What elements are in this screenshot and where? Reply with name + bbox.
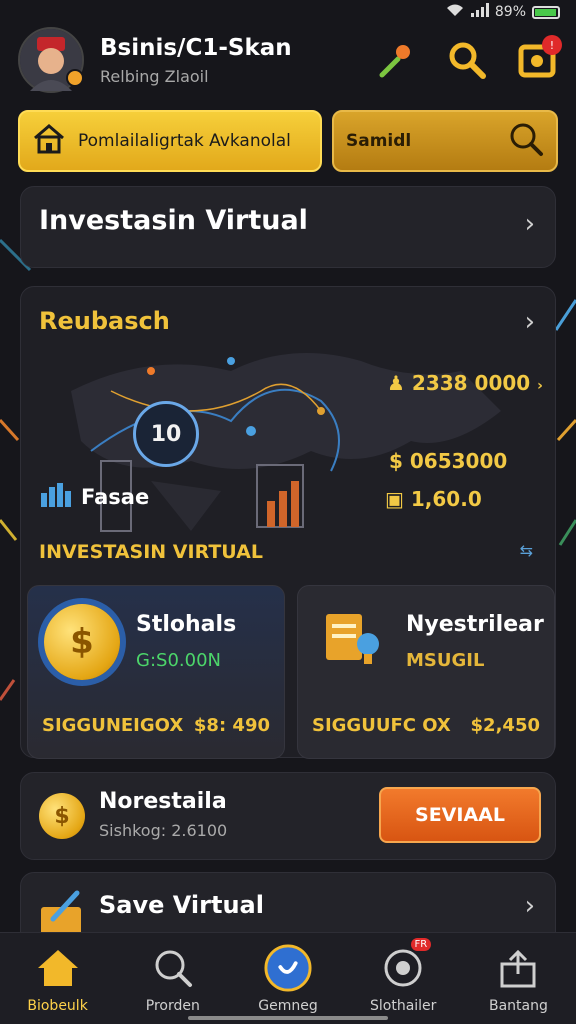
- sub-card-footer-value: $8: 490: [193, 715, 270, 736]
- sub-card-footer-label: SIGGUNEIGOX: [42, 715, 184, 736]
- search-icon[interactable]: [508, 121, 544, 162]
- nav-label: Prorden: [145, 997, 200, 1014]
- search-text: Samidl: [346, 131, 412, 151]
- chart-label-text: Fasae: [81, 484, 150, 509]
- chevron-right-icon: ›: [537, 378, 543, 394]
- person-icon: ♟: [387, 371, 405, 395]
- nav-badge: FR: [410, 937, 432, 951]
- nav-label: Bantang: [488, 997, 548, 1014]
- search-input[interactable]: Samidl: [332, 110, 558, 172]
- house-icon: [32, 123, 66, 160]
- chevron-right-icon: ›: [524, 891, 535, 921]
- sub-card-value: G:S0.00N: [136, 650, 221, 671]
- stat-primary-value: 2338 0000: [411, 371, 531, 395]
- share-icon: [494, 944, 542, 992]
- nav-item-target[interactable]: FR Slothailer: [346, 933, 461, 1024]
- wifi-icon: [445, 3, 465, 21]
- world-map-graphic: [71, 353, 501, 532]
- sub-card-footer-value: $2,450: [470, 715, 540, 736]
- stat-tertiary-value: 1,60.0: [410, 487, 482, 511]
- map-counter-badge: 10: [133, 401, 199, 467]
- sub-card-footer: SIGGUNEIGOX $8: 490: [42, 715, 270, 736]
- nav-item-share[interactable]: Bantang: [461, 933, 576, 1024]
- sub-card-footer: SIGGUUFC OX $2,450: [312, 715, 540, 736]
- user-name: Bsinis/C1-Skan: [100, 34, 292, 61]
- home-shortcut-label: Pomlailaligrtak Avkanolal: [78, 131, 291, 151]
- nav-label: Biobeulk: [27, 997, 88, 1014]
- savings-row-card: $ Norestaila Sishkog: 2.6100 SEVIAAL: [20, 772, 556, 860]
- chevron-right-icon: ›: [524, 209, 535, 239]
- coin-icon: $: [44, 604, 120, 680]
- battery-icon: [532, 5, 560, 19]
- status-bar: 89%: [0, 0, 576, 24]
- invest-virtual-card[interactable]: Investasin Virtual ›: [20, 186, 556, 268]
- report-card: Reubasch › 10 ♟ 2338 0000 › $ 0653000 ▣ …: [20, 286, 556, 759]
- header: Bsinis/C1-Skan Relbing Zlaoil !: [18, 22, 562, 98]
- nav-item-game[interactable]: Gemneg: [230, 933, 345, 1024]
- document-bulb-icon: [320, 606, 386, 676]
- nav-item-search[interactable]: Prorden: [115, 933, 230, 1024]
- nav-item-home[interactable]: Biobeulk: [0, 933, 115, 1024]
- stat-secondary: $ 0653000: [389, 449, 508, 473]
- sub-card-title: Nyestrilear: [406, 612, 544, 637]
- bottom-navigation: Biobeulk Prorden Gemneg FR Slothailer Ba…: [0, 932, 576, 1024]
- search-icon[interactable]: [446, 39, 488, 81]
- home-indicator: [188, 1016, 388, 1020]
- search-icon: [149, 944, 197, 992]
- user-subtitle: Relbing Zlaoil: [100, 66, 209, 86]
- battery-percent: 89%: [494, 4, 526, 20]
- wallet-icon: ▣: [385, 487, 404, 511]
- home-icon: [34, 944, 82, 992]
- savings-row-name: Norestaila: [99, 789, 227, 814]
- home-shortcut-button[interactable]: Pomlailaligrtak Avkanolal: [18, 110, 322, 172]
- invest-virtual-title: Investasin Virtual: [39, 205, 308, 236]
- user-info: Bsinis/C1-Skan Relbing Zlaoil: [100, 35, 376, 86]
- target-icon: FR: [379, 937, 432, 992]
- header-actions: !: [376, 35, 562, 81]
- nav-label: Gemneg: [258, 997, 318, 1014]
- game-icon: [264, 943, 312, 992]
- signal-icon: [470, 3, 489, 21]
- save-virtual-title: Save Virtual: [99, 891, 264, 919]
- chart-label: Fasae: [39, 481, 149, 512]
- notification-icon[interactable]: !: [516, 35, 562, 81]
- stat-primary: ♟ 2338 0000 ›: [387, 371, 543, 395]
- sub-card-nyestrilear[interactable]: Nyestrilear MSUGIL SIGGUUFC OX $2,450: [297, 585, 555, 759]
- sub-card-stlohals[interactable]: $ Stlohals G:S0.00N SIGGUNEIGOX $8: 490: [27, 585, 285, 759]
- avatar[interactable]: [18, 27, 84, 93]
- battery-level: [535, 8, 557, 16]
- search-row: Pomlailaligrtak Avkanolal Samidl: [18, 110, 558, 172]
- savings-action-button[interactable]: SEVIAAL: [379, 787, 541, 843]
- sub-card-title: Stlohals: [136, 612, 237, 637]
- section-label: INVESTASIN VIRTUAL: [39, 541, 263, 563]
- pin-icon[interactable]: [376, 39, 418, 81]
- notification-badge: !: [542, 35, 562, 55]
- sub-card-value: MSUGIL: [406, 650, 485, 671]
- bar-chart-icon: [39, 481, 73, 512]
- sub-card-footer-label: SIGGUUFC OX: [312, 715, 451, 736]
- avatar-status-badge: [66, 69, 84, 87]
- swap-arrows-icon[interactable]: ⇆: [520, 541, 533, 560]
- nav-label: Slothailer: [369, 997, 437, 1014]
- stat-tertiary: ▣ 1,60.0: [385, 487, 482, 511]
- savings-row-subtitle: Sishkog: 2.6100: [99, 821, 228, 840]
- coin-icon: $: [39, 793, 85, 839]
